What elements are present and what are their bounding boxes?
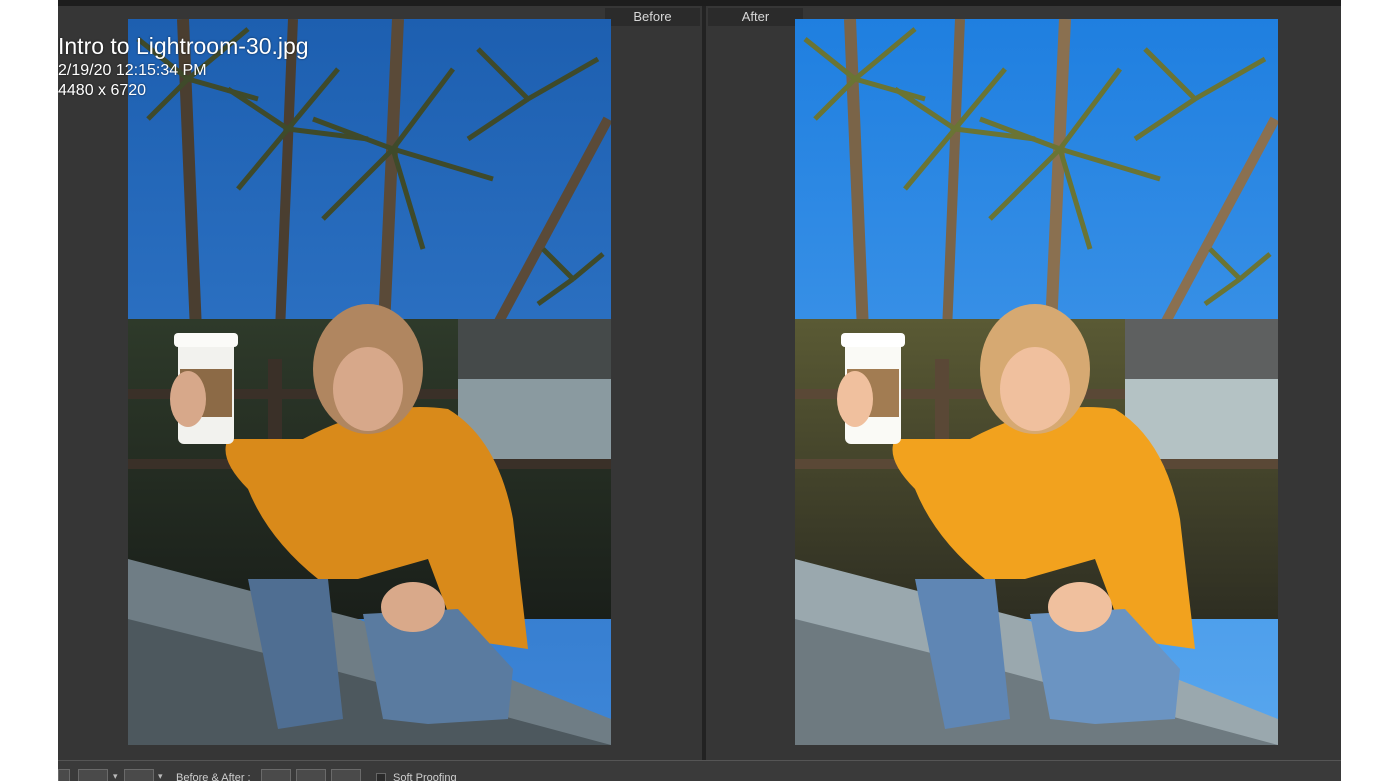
chevron-down-icon[interactable]: ▾ [113,771,118,781]
swap-before-after-icon[interactable] [331,769,361,781]
before-photo[interactable] [128,19,611,745]
after-label: After [708,8,803,26]
before-after-view-icon[interactable] [124,769,154,781]
after-pane[interactable]: After [706,6,1341,760]
before-photo-image [128,19,611,745]
copy-after-to-before-icon[interactable] [296,769,326,781]
bottom-toolbar: ▾ ▾ Before & After : Soft Proofing [58,760,1341,781]
after-photo-image [795,19,1278,745]
photo-filename: Intro to Lightroom-30.jpg [58,33,309,59]
loupe-view-icon[interactable] [58,769,70,781]
after-photo[interactable] [795,19,1278,745]
photo-dimensions: 4480 x 6720 [58,82,147,99]
soft-proofing-label: Soft Proofing [393,772,457,781]
before-after-label: Before & After : [176,772,251,781]
before-label: Before [605,8,700,26]
compare-view-icon[interactable] [78,769,108,781]
soft-proofing-checkbox[interactable] [376,773,386,781]
copy-before-to-after-icon[interactable] [261,769,291,781]
before-pane[interactable]: Before Intro to Lightroom-30.jpg 2/19/20… [58,6,702,760]
photo-datetime: 2/19/20 12:15:34 PM [58,62,207,79]
lightroom-develop-window: Before Intro to Lightroom-30.jpg 2/19/20… [58,0,1341,781]
chevron-down-icon[interactable]: ▾ [158,771,163,781]
photo-info-overlay: Intro to Lightroom-30.jpg 2/19/20 12:15:… [58,31,309,101]
